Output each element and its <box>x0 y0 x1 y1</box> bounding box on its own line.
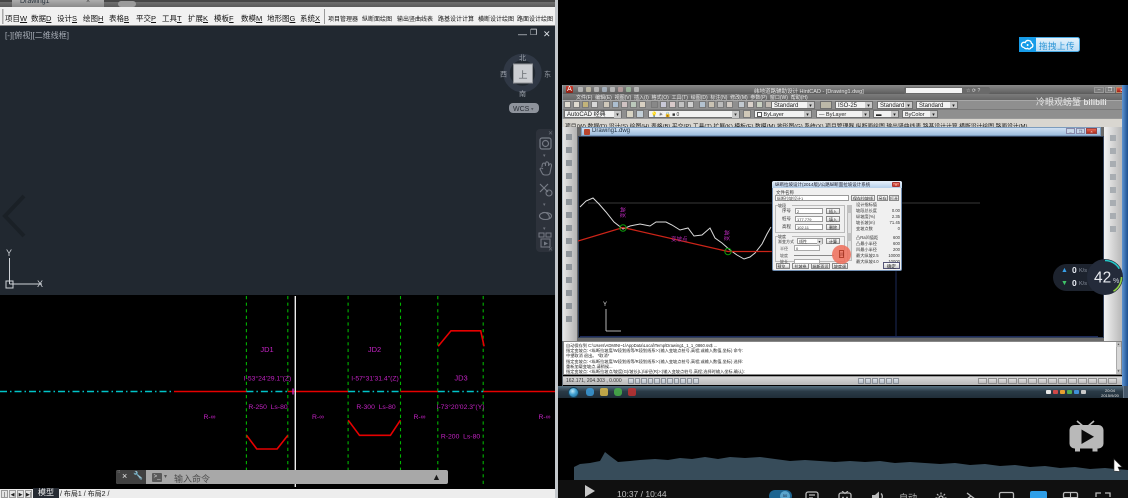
svg-text:I-73°20'02.3"(Y): I-73°20'02.3"(Y) <box>437 403 485 411</box>
svg-text:南: 南 <box>519 89 526 98</box>
svg-text:Y: Y <box>603 302 607 308</box>
svg-text:R-250 Ls-80: R-250 Ls-80 <box>248 404 288 411</box>
svg-text:R-200 Ls-80: R-200 Ls-80 <box>441 434 481 441</box>
svg-text:北: 北 <box>519 54 526 62</box>
svg-text:WCS: WCS <box>513 106 530 113</box>
svg-text:R-∞: R-∞ <box>413 414 425 421</box>
svg-text:▾: ▾ <box>543 226 546 232</box>
svg-text:变坡: 变坡 <box>619 206 627 218</box>
svg-text:42: 42 <box>1094 270 1111 287</box>
svg-text:▾: ▾ <box>543 153 546 159</box>
svg-text:X: X <box>37 279 43 289</box>
svg-text:变坡点: 变坡点 <box>671 235 688 243</box>
svg-text:R-300 Ls-80: R-300 Ls-80 <box>356 404 396 411</box>
svg-text:R-∞: R-∞ <box>538 414 550 421</box>
svg-text:R-∞: R-∞ <box>203 414 215 421</box>
svg-text:✕: ✕ <box>548 131 553 137</box>
svg-text:JD3: JD3 <box>454 374 467 383</box>
svg-text:I-53°24'29.1"(Z): I-53°24'29.1"(Z) <box>244 375 292 383</box>
svg-text:东: 东 <box>544 70 551 79</box>
svg-text:变坡: 变坡 <box>723 229 731 241</box>
svg-text:JD1: JD1 <box>260 345 273 354</box>
svg-text:西: 西 <box>500 71 507 79</box>
svg-text:▾: ▾ <box>543 202 546 208</box>
svg-text:R-∞: R-∞ <box>312 414 324 421</box>
svg-text:Y: Y <box>6 248 12 258</box>
svg-text:上: 上 <box>519 70 528 80</box>
svg-text:✕: ✕ <box>548 247 553 252</box>
svg-text:I-57°31'31.4"(Z): I-57°31'31.4"(Z) <box>351 375 399 383</box>
svg-text:JD2: JD2 <box>368 345 381 354</box>
svg-text:%: % <box>1113 278 1119 285</box>
